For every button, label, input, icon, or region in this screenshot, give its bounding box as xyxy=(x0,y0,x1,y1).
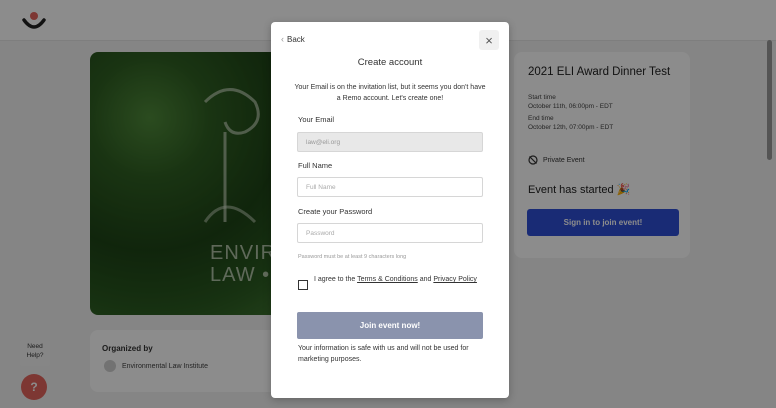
terms-link[interactable]: Terms & Conditions xyxy=(357,276,418,283)
agree-and: and xyxy=(417,276,434,283)
agree-text: I agree to the Terms & Conditions and Pr… xyxy=(314,274,484,285)
fullname-input[interactable]: Full Name xyxy=(297,177,483,197)
back-button[interactable]: ‹ Back xyxy=(281,34,305,44)
back-label: Back xyxy=(287,34,305,44)
agree-prefix: I agree to the xyxy=(314,276,358,283)
close-button[interactable]: × xyxy=(479,30,499,50)
password-input[interactable]: Password xyxy=(297,223,483,243)
modal-title: Create account xyxy=(357,57,423,68)
privacy-note: Your information is safe with us and wil… xyxy=(298,345,469,363)
create-account-modal: ‹ Back × Create account Your Email is on… xyxy=(271,22,509,398)
email-label: Your Email xyxy=(298,115,334,124)
password-hint: Password must be at least 9 characters l… xyxy=(298,254,407,260)
chevron-left-icon: ‹ xyxy=(281,34,284,44)
modal-description: Your Email is on the invitation list, bu… xyxy=(294,84,486,102)
join-event-button[interactable]: Join event now! xyxy=(297,312,483,339)
email-field: law@eli.org xyxy=(297,132,483,152)
password-label: Create your Password xyxy=(298,207,373,216)
privacy-policy-link[interactable]: Privacy Policy xyxy=(433,276,477,283)
agree-checkbox[interactable] xyxy=(298,280,308,290)
fullname-label: Full Name xyxy=(298,161,333,170)
